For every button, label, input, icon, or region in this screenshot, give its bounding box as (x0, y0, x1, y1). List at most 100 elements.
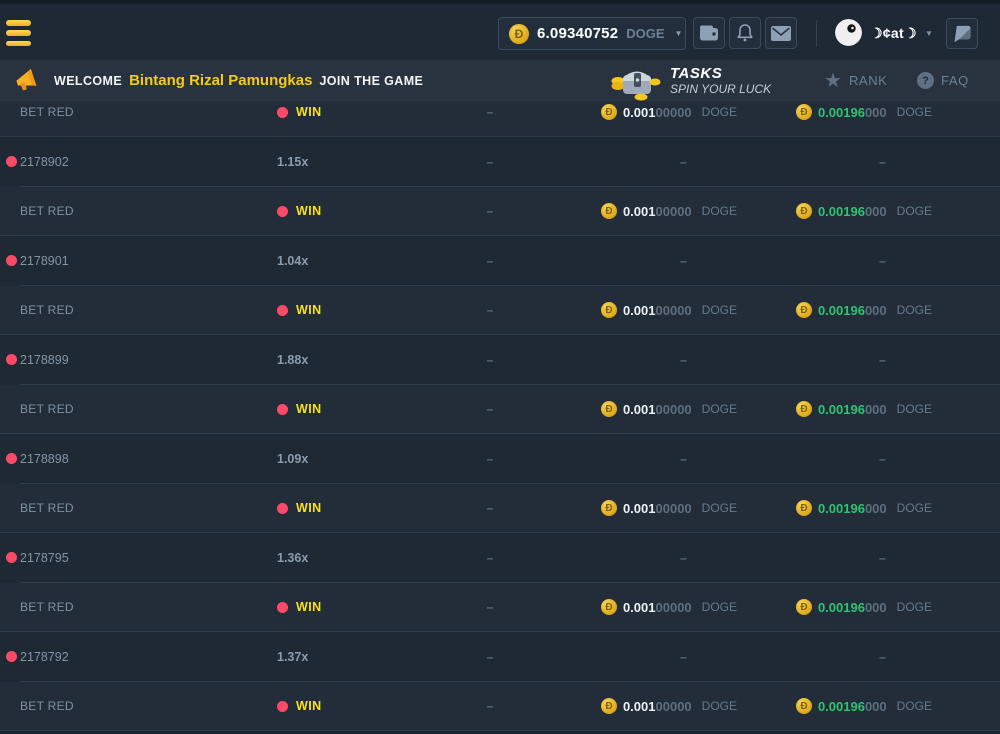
result-cell: WIN (245, 600, 430, 614)
notifications-button[interactable] (729, 17, 761, 49)
empty-cell: – (430, 450, 550, 468)
bet-detail-row[interactable]: BET REDWIN–Đ0.00100000DOGEĐ0.00196000DOG… (0, 187, 1000, 237)
dash: – (487, 254, 494, 268)
bet-id: 2178902 (20, 155, 69, 169)
result-label: WIN (296, 105, 322, 119)
messages-button[interactable] (765, 17, 797, 49)
empty-cell: – (745, 155, 940, 169)
bet-amount-trailing: 00000 (656, 204, 692, 219)
balance-selector[interactable]: Đ 6.09340752 DOGE ▼ (498, 17, 686, 50)
player-name: Bintang Rizal Pamungkas (129, 72, 312, 89)
multiplier-value: 1.09x (277, 452, 308, 466)
profit-amount-trailing: 000 (865, 204, 887, 219)
profit-amount-trailing: 000 (865, 105, 887, 120)
empty-cell: – (550, 650, 745, 664)
menu-icon (6, 20, 31, 26)
tasks-subtitle: SPIN YOUR LUCK (670, 82, 771, 96)
doge-coin-icon: Đ (601, 500, 617, 516)
multiplier-cell: 1.37x (245, 650, 430, 664)
multiplier-cell: 1.88x (245, 353, 430, 367)
menu-button[interactable] (6, 20, 32, 46)
bet-amount: 0.001 (623, 204, 656, 219)
doge-coin-icon: Đ (601, 401, 617, 417)
doge-coin-icon: Đ (601, 203, 617, 219)
bet-amount-unit: DOGE (702, 402, 737, 416)
profit-amount-trailing: 000 (865, 600, 887, 615)
profit-unit: DOGE (897, 303, 932, 317)
bet-detail-row[interactable]: BET REDWIN–Đ0.00100000DOGEĐ0.00196000DOG… (0, 286, 1000, 336)
empty-cell: – (550, 254, 745, 268)
dash: – (487, 204, 494, 218)
doge-coin-icon: Đ (796, 302, 812, 318)
dash: – (487, 402, 494, 416)
tasks-link[interactable]: TASKS SPIN YOUR LUCK (610, 60, 771, 101)
bet-detail-row[interactable]: BET REDWIN–Đ0.00100000DOGEĐ0.00196000DOG… (0, 583, 1000, 633)
empty-cell: – (550, 155, 745, 169)
profit-amount-trailing: 000 (865, 501, 887, 516)
treasure-chest-icon (610, 61, 662, 101)
result-label: WIN (296, 303, 322, 317)
bet-detail-row[interactable]: BET REDWIN–Đ0.00100000DOGEĐ0.00196000DOG… (0, 101, 1000, 137)
balance-amount: 6.09340752 (537, 25, 618, 42)
star-icon: ★ (824, 71, 842, 91)
profit-cell: Đ0.00196000DOGE (745, 302, 940, 318)
empty-cell: – (430, 301, 550, 319)
chat-toggle-button[interactable] (946, 18, 978, 49)
username[interactable]: ☽¢at☽ (870, 25, 917, 42)
bet-type-label: BET RED (20, 204, 74, 218)
red-dot-icon (277, 503, 288, 514)
balance-currency: DOGE (626, 26, 664, 41)
bet-amount-trailing: 00000 (656, 501, 692, 516)
bet-amount-unit: DOGE (702, 204, 737, 218)
bet-id-row[interactable]: 21787921.37x––– (0, 632, 1000, 682)
bet-type-label: BET RED (20, 402, 74, 416)
doge-coin-icon: Đ (796, 599, 812, 615)
empty-cell: – (550, 551, 745, 565)
empty-cell: – (430, 103, 550, 121)
faq-link[interactable]: ? FAQ (917, 60, 969, 101)
bet-amount: 0.001 (623, 600, 656, 615)
profit-cell: Đ0.00196000DOGE (745, 104, 940, 120)
empty-cell: – (745, 254, 940, 268)
bet-amount: 0.001 (623, 501, 656, 516)
bet-id-row[interactable]: 21788981.09x––– (0, 434, 1000, 484)
dash: – (680, 353, 687, 367)
bet-id-row[interactable]: 21788991.88x––– (0, 335, 1000, 385)
profit-cell: Đ0.00196000DOGE (745, 401, 940, 417)
red-dot-icon (6, 651, 17, 662)
bet-amount: 0.001 (623, 699, 656, 714)
rank-label: RANK (849, 73, 888, 88)
bet-id: 2178901 (20, 254, 69, 268)
bet-detail-row[interactable]: BET REDWIN–Đ0.00100000DOGEĐ0.00196000DOG… (0, 484, 1000, 534)
user-menu-caret-icon[interactable]: ▼ (925, 29, 933, 38)
bet-type-cell: BET RED (0, 303, 245, 317)
bet-id-row[interactable]: 21789021.15x––– (0, 137, 1000, 187)
avatar[interactable] (835, 19, 862, 46)
doge-coin-icon: Đ (796, 698, 812, 714)
bet-amount-trailing: 00000 (656, 402, 692, 417)
rank-link[interactable]: ★ RANK (824, 60, 887, 101)
doge-coin-icon: Đ (796, 104, 812, 120)
dash: – (487, 452, 494, 466)
dash: – (487, 551, 494, 565)
red-dot-icon (277, 305, 288, 316)
result-label: WIN (296, 204, 322, 218)
bet-detail-row[interactable]: BET REDWIN–Đ0.00100000DOGEĐ0.00196000DOG… (0, 385, 1000, 435)
dash: – (879, 551, 886, 565)
tasks-title: TASKS (670, 66, 771, 82)
bet-detail-row[interactable]: BET REDWIN–Đ0.00100000DOGEĐ0.00196000DOG… (0, 682, 1000, 732)
doge-coin-icon: Đ (601, 302, 617, 318)
bet-type-label: BET RED (20, 600, 74, 614)
empty-cell: – (430, 549, 550, 567)
menu-icon (6, 41, 31, 47)
empty-cell: – (430, 351, 550, 369)
bet-amount-unit: DOGE (702, 699, 737, 713)
bet-type-label: BET RED (20, 501, 74, 515)
top-strip (0, 0, 1000, 4)
wallet-button[interactable] (693, 17, 725, 49)
result-cell: WIN (245, 105, 430, 119)
bet-id-row[interactable]: 21787951.36x––– (0, 533, 1000, 583)
empty-cell: – (430, 697, 550, 715)
bet-id-row[interactable]: 21789011.04x––– (0, 236, 1000, 286)
welcome-banner: WELCOME Bintang Rizal Pamungkas JOIN THE… (14, 60, 423, 101)
